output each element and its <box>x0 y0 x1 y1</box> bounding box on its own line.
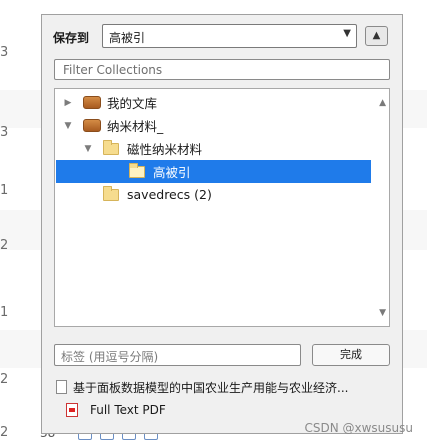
collection-select-value: 高被引 <box>109 31 146 45</box>
background-row-number: 1 <box>0 305 9 320</box>
tree-item-nano-materials[interactable]: ▼ 纳米材料_ <box>55 114 371 137</box>
tree-item-my-library[interactable]: ▶ 我的文库 <box>55 91 371 114</box>
save-to-label: 保存到 <box>53 31 90 45</box>
background-row-number: 2 <box>0 372 9 387</box>
tags-placeholder: 标签 (用逗号分隔) <box>61 350 159 364</box>
collapse-arrow-icon[interactable]: ▼ <box>81 144 95 154</box>
watermark: CSDN @xwsususu <box>304 421 413 435</box>
attachment-item: Full Text PDF <box>66 400 166 420</box>
scroll-down-arrow-icon[interactable]: ▼ <box>379 308 386 318</box>
chevron-down-icon: ▼ <box>343 28 351 39</box>
save-to-popup: 保存到 高被引 ▼ ▲ Filter Collections ▶ 我的文库 ▼ … <box>41 14 403 434</box>
tree-item-label: 磁性纳米材料 <box>127 142 203 157</box>
background-row-number: 3 <box>0 125 9 140</box>
filter-collections-input[interactable]: Filter Collections <box>54 59 390 80</box>
collection-tree: ▶ 我的文库 ▼ 纳米材料_ ▼ 磁性纳米材料 高被引 savedrecs (2… <box>54 88 390 327</box>
library-icon <box>83 119 101 132</box>
tree-item-label: 纳米材料_ <box>107 119 164 134</box>
filter-placeholder: Filter Collections <box>63 63 163 77</box>
scroll-up-arrow-icon[interactable]: ▲ <box>379 98 386 108</box>
attachment-label: Full Text PDF <box>90 403 166 417</box>
expand-arrow-icon[interactable]: ▶ <box>61 98 75 108</box>
chevron-up-icon: ▲ <box>372 30 381 41</box>
folder-icon <box>103 139 119 155</box>
tags-input[interactable]: 标签 (用逗号分隔) <box>54 344 301 366</box>
tree-item-label: 高被引 <box>153 165 191 180</box>
tree-item-label: 我的文库 <box>107 96 158 111</box>
collapse-button[interactable]: ▲ <box>365 26 388 46</box>
tree-item-label: savedrecs (2) <box>127 187 212 202</box>
tree-item-savedrecs[interactable]: savedrecs (2) <box>55 183 403 206</box>
background-row-number: 2 <box>0 425 9 440</box>
done-button[interactable]: 完成 <box>312 344 390 366</box>
tree-item-magnetic-nano-materials[interactable]: ▼ 磁性纳米材料 <box>55 137 371 160</box>
saved-item: 基于面板数据模型的中国农业生产用能与农业经济... <box>56 377 401 397</box>
document-icon <box>56 380 67 394</box>
background-row-number: 3 <box>0 45 9 60</box>
tree-item-highly-cited[interactable]: 高被引 <box>56 160 371 183</box>
folder-icon <box>129 162 145 178</box>
library-icon <box>83 96 101 109</box>
background-row-number: 1 <box>0 183 9 198</box>
background-row-number: 2 <box>0 238 9 253</box>
item-title: 基于面板数据模型的中国农业生产用能与农业经济... <box>73 380 349 395</box>
folder-icon <box>103 185 119 201</box>
collection-select[interactable]: 高被引 ▼ <box>102 24 357 48</box>
pdf-icon <box>66 403 78 417</box>
collapse-arrow-icon[interactable]: ▼ <box>61 121 75 131</box>
